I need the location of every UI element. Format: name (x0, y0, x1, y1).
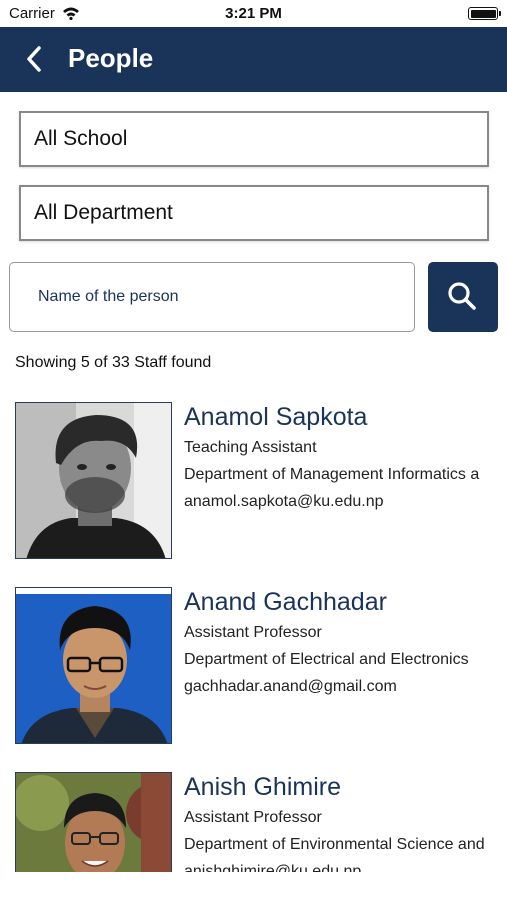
staff-name: Anish Ghimire (184, 773, 341, 801)
staff-name: Anand Gachhadar (184, 588, 387, 616)
staff-department: Department of Management Informatics a (184, 466, 480, 483)
staff-photo (15, 587, 172, 744)
staff-card[interactable]: Anamol Sapkota Teaching Assistant Depart… (0, 385, 507, 560)
school-filter-select[interactable]: All School (19, 111, 489, 167)
search-input[interactable] (10, 263, 414, 331)
department-filter-select[interactable]: All Department (19, 185, 489, 241)
staff-card[interactable]: Anand Gachhadar Assistant Professor Depa… (0, 570, 507, 745)
navigation-bar: People (0, 27, 507, 92)
search-button[interactable] (428, 262, 498, 332)
staff-card[interactable]: Anish Ghimire Assistant Professor Depart… (0, 755, 507, 872)
page-title: People (68, 43, 154, 73)
staff-role: Assistant Professor (184, 624, 322, 641)
search-field (9, 262, 415, 332)
staff-photo (15, 772, 172, 872)
clock-label: 3:21 PM (225, 5, 282, 22)
staff-email: anishghimire@ku.edu.np (184, 863, 362, 872)
staff-department: Department of Environmental Science and (184, 836, 485, 853)
staff-email: gachhadar.anand@gmail.com (184, 678, 397, 695)
staff-department: Department of Electrical and Electronics (184, 651, 469, 668)
back-chevron-icon[interactable] (22, 44, 46, 74)
status-bar: Carrier 3:21 PM (0, 0, 507, 27)
staff-email: anamol.sapkota@ku.edu.np (184, 493, 384, 510)
staff-name: Anamol Sapkota (184, 403, 368, 431)
staff-photo (15, 402, 172, 559)
search-icon (448, 282, 476, 310)
result-count-label: Showing 5 of 33 Staff found (15, 354, 212, 371)
staff-role: Teaching Assistant (184, 439, 317, 456)
battery-icon (468, 7, 501, 20)
staff-list: Anamol Sapkota Teaching Assistant Depart… (0, 385, 507, 872)
staff-role: Assistant Professor (184, 809, 322, 826)
